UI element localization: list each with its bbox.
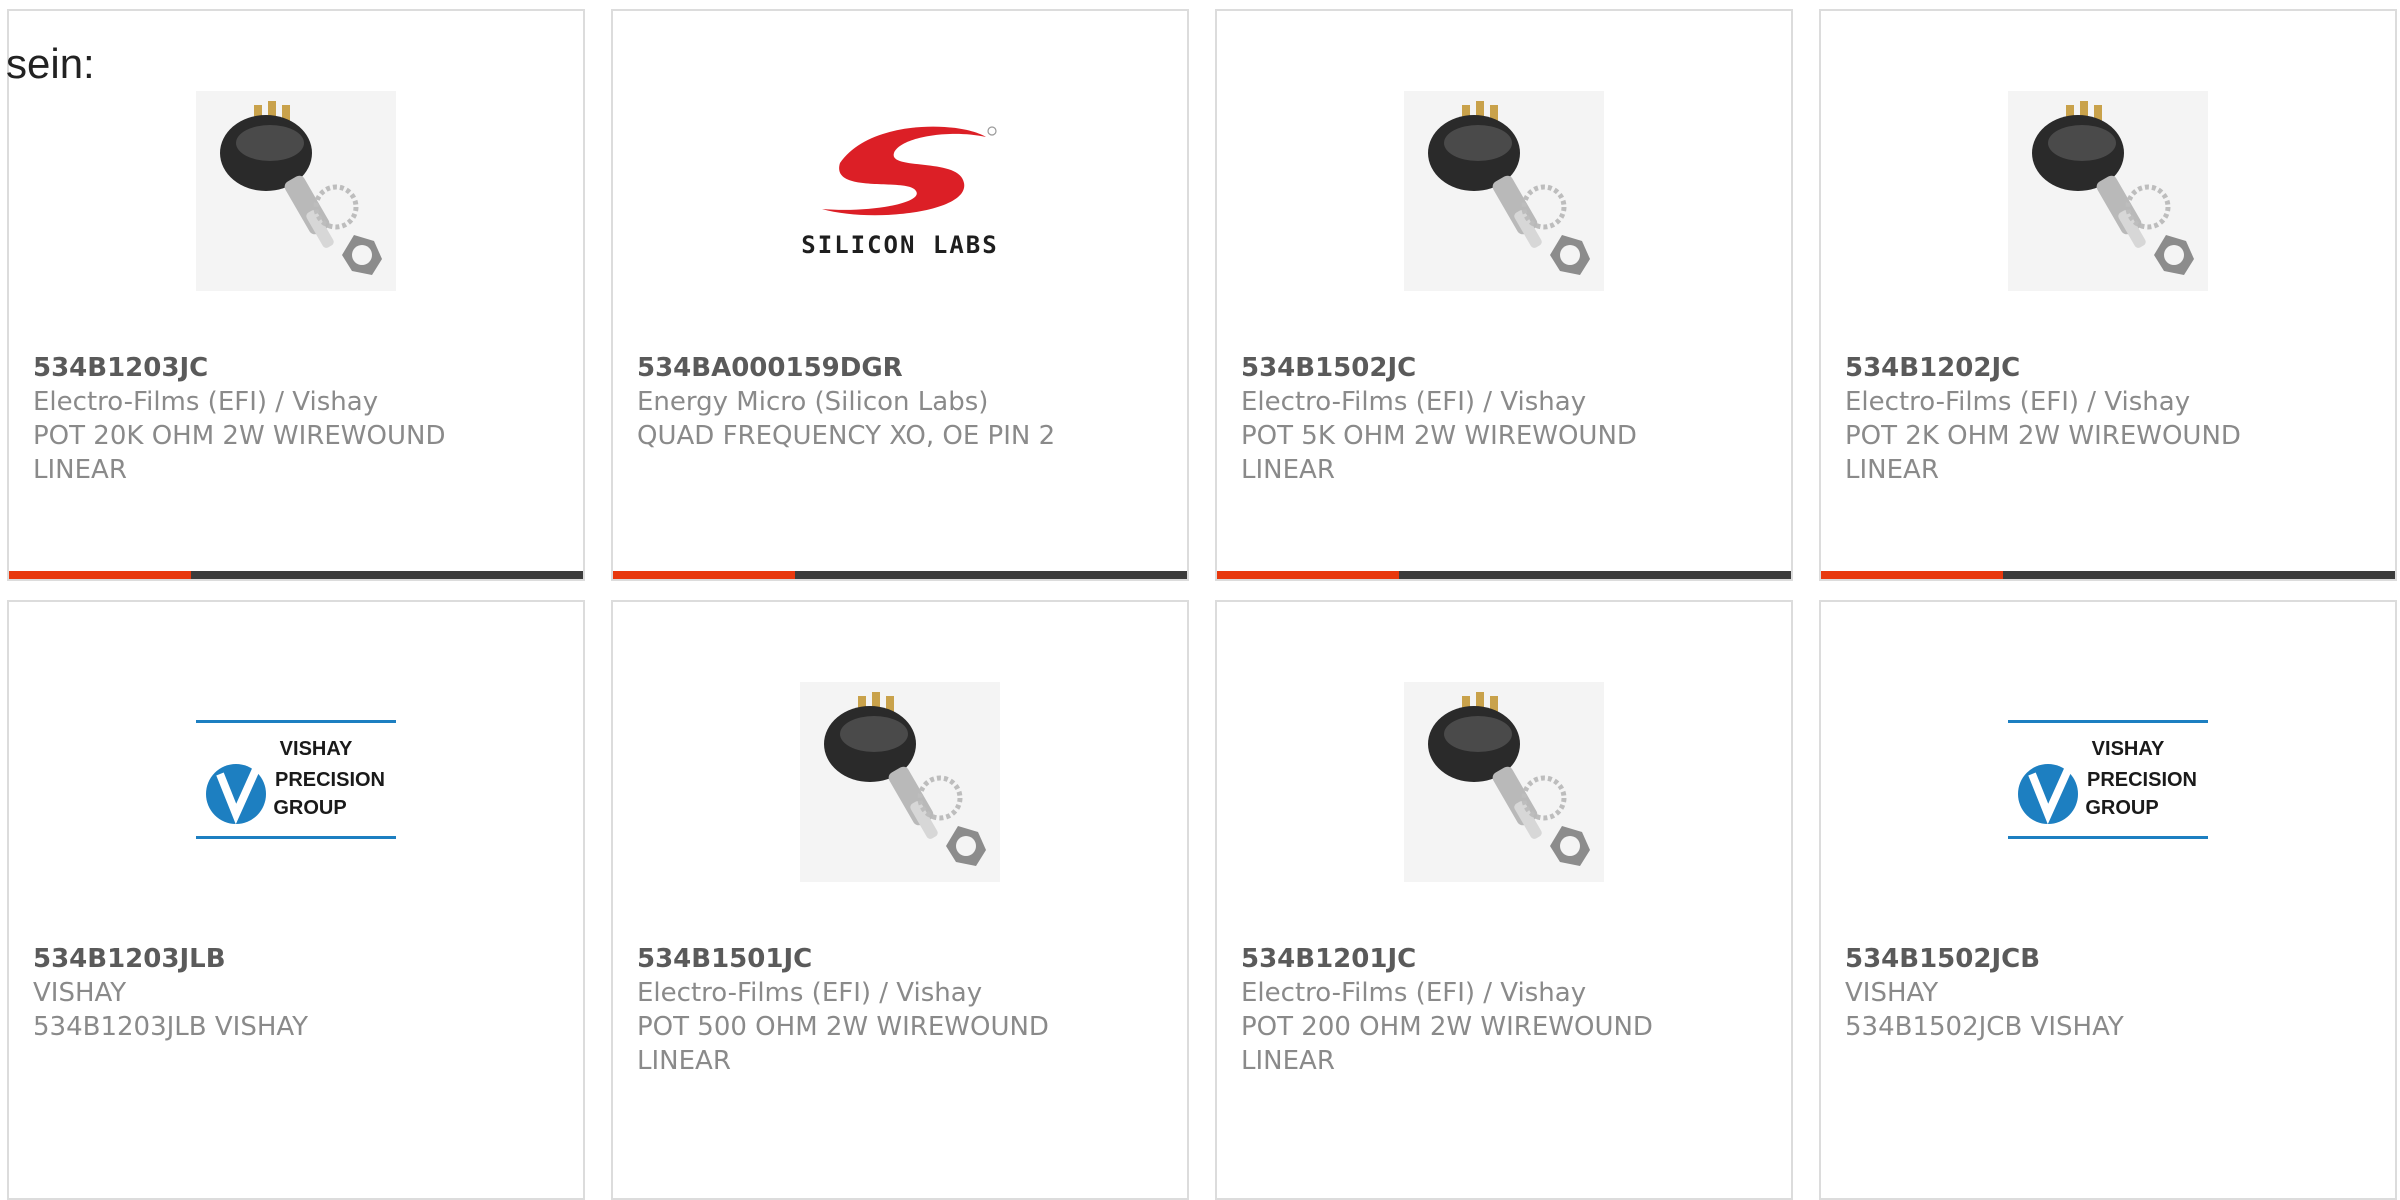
- description: QUAD FREQUENCY XO, OE PIN 2: [637, 421, 1056, 451]
- logo-text-vishay: VISHAY: [2092, 738, 2165, 760]
- manufacturer: Electro-Films (EFI) / Vishay: [637, 978, 983, 1008]
- card-bar: [613, 571, 1187, 579]
- part-number[interactable]: 534B1502JC: [1241, 351, 1771, 385]
- description: LINEAR: [1241, 1046, 1335, 1076]
- potentiometer-image: [2008, 91, 2208, 291]
- logo-text-group: GROUP: [2085, 797, 2158, 819]
- potentiometer-image: [196, 91, 396, 291]
- part-number[interactable]: 534B1502JCB: [1845, 942, 2375, 976]
- card-accent: [613, 571, 795, 579]
- description: LINEAR: [33, 455, 127, 485]
- card-accent: [1821, 571, 2003, 579]
- intro-text: sein:: [6, 40, 95, 87]
- product-card[interactable]: 534B1501JC Electro-Films (EFI) / Vishay …: [611, 600, 1189, 1200]
- product-card[interactable]: 534B1203JC Electro-Films (EFI) / Vishay …: [7, 9, 585, 581]
- part-number[interactable]: 534B1501JC: [637, 942, 1167, 976]
- description: POT 2K OHM 2W WIREWOUND: [1845, 421, 2241, 451]
- description: LINEAR: [1845, 455, 1939, 485]
- manufacturer: Energy Micro (Silicon Labs): [637, 387, 989, 417]
- product-card[interactable]: SILICON LABS 534BA000159DGR Energy Micro…: [611, 9, 1189, 581]
- manufacturer: Electro-Films (EFI) / Vishay: [1241, 387, 1587, 417]
- manufacturer: Electro-Films (EFI) / Vishay: [1845, 387, 2191, 417]
- description: 534B1203JLB VISHAY: [33, 1012, 309, 1042]
- card-bar: [9, 571, 583, 579]
- description: POT 5K OHM 2W WIREWOUND: [1241, 421, 1637, 451]
- product-card[interactable]: 534B1202JC Electro-Films (EFI) / Vishay …: [1819, 9, 2397, 581]
- potentiometer-image: [800, 682, 1000, 882]
- product-card[interactable]: VISHAY PRECISION GROUP 534B1502JCB VISHA…: [1819, 600, 2397, 1200]
- card-bar: [1821, 571, 2395, 579]
- manufacturer: VISHAY: [1845, 978, 1939, 1008]
- card-bar: [1217, 571, 1791, 579]
- logo-text-vishay: VISHAY: [280, 738, 353, 760]
- logo-text-precision: PRECISION: [2087, 769, 2197, 791]
- card-accent: [1217, 571, 1399, 579]
- part-number[interactable]: 534B1202JC: [1845, 351, 2375, 385]
- description: LINEAR: [1241, 455, 1335, 485]
- part-number[interactable]: 534B1203JC: [33, 351, 563, 385]
- product-card[interactable]: 534B1502JC Electro-Films (EFI) / Vishay …: [1215, 9, 1793, 581]
- logo-text-precision: PRECISION: [275, 769, 385, 791]
- logo-text: SILICON LABS: [801, 231, 998, 259]
- manufacturer: Electro-Films (EFI) / Vishay: [1241, 978, 1587, 1008]
- description: LINEAR: [637, 1046, 731, 1076]
- logo-text-group: GROUP: [273, 797, 346, 819]
- product-card[interactable]: VISHAY PRECISION GROUP 534B1203JLB VISHA…: [7, 600, 585, 1200]
- part-number[interactable]: 534B1201JC: [1241, 942, 1771, 976]
- potentiometer-image: [1404, 91, 1604, 291]
- description: POT 500 OHM 2W WIREWOUND: [637, 1012, 1049, 1042]
- silicon-labs-logo: SILICON LABS: [801, 126, 998, 259]
- manufacturer: VISHAY: [33, 978, 127, 1008]
- card-accent: [9, 571, 191, 579]
- description: POT 200 OHM 2W WIREWOUND: [1241, 1012, 1653, 1042]
- description: 534B1502JCB VISHAY: [1845, 1012, 2124, 1042]
- manufacturer: Electro-Films (EFI) / Vishay: [33, 387, 379, 417]
- description: POT 20K OHM 2W WIREWOUND: [33, 421, 446, 451]
- potentiometer-image: [1404, 682, 1604, 882]
- vishay-precision-group-logo: VISHAY PRECISION GROUP: [196, 720, 396, 839]
- part-number[interactable]: 534BA000159DGR: [637, 351, 1167, 385]
- vishay-precision-group-logo: VISHAY PRECISION GROUP: [2008, 720, 2208, 839]
- part-number[interactable]: 534B1203JLB: [33, 942, 563, 976]
- product-card[interactable]: 534B1201JC Electro-Films (EFI) / Vishay …: [1215, 600, 1793, 1200]
